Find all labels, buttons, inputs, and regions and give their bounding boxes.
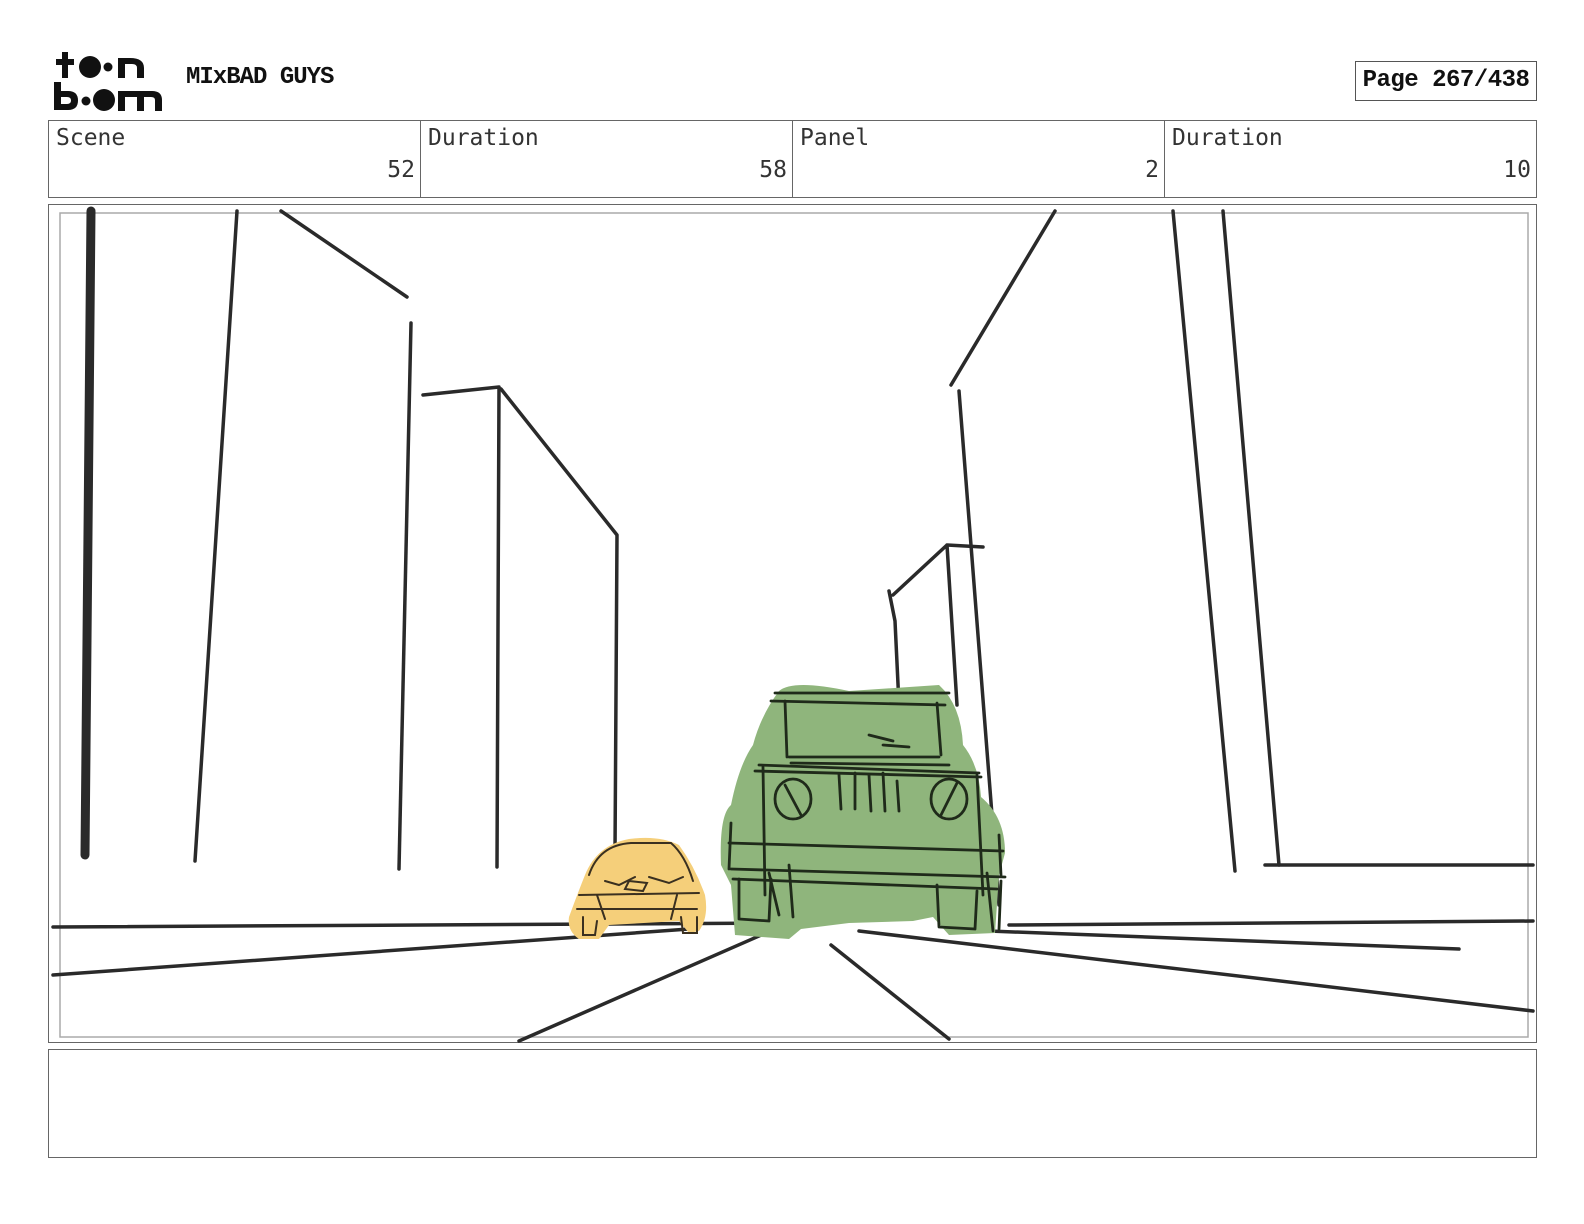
scene-cell: Scene 52 <box>49 121 421 197</box>
scene-label: Scene <box>56 125 126 151</box>
scene-duration-cell: Duration 58 <box>421 121 793 197</box>
scene-value: 52 <box>387 157 415 183</box>
left-building-edge <box>193 209 239 863</box>
scene-info-row: Scene 52 Duration 58 Panel 2 Duration 10 <box>48 120 1537 198</box>
project-title: MIxBAD GUYS <box>186 64 334 91</box>
second-building-edge <box>421 385 501 869</box>
far-building <box>887 543 985 707</box>
right-building-roof <box>949 209 1057 387</box>
panel-label: Panel <box>800 125 870 151</box>
jeep-vehicle <box>720 685 1007 939</box>
road-line-center-right <box>829 943 951 1041</box>
panel-duration-cell: Duration 10 <box>1165 121 1536 197</box>
page-number: Page 267/438 <box>1355 61 1537 101</box>
left-building-corner <box>397 321 413 871</box>
far-right-building-a <box>1171 209 1237 873</box>
far-right-building-b <box>1221 209 1281 867</box>
road-line-right <box>857 929 1535 1013</box>
panel-cell: Panel 2 <box>793 121 1165 197</box>
road-line-center-left <box>517 927 777 1043</box>
toonboom-logo <box>52 50 164 112</box>
road-line-far-right <box>987 929 1461 951</box>
scene-duration-label: Duration <box>428 125 539 151</box>
panel-sketch <box>51 206 1535 1043</box>
panel-duration-label: Duration <box>1172 125 1283 151</box>
storyboard-panel <box>48 204 1537 1043</box>
horizon-right <box>1007 919 1535 927</box>
left-building-roof <box>279 209 409 299</box>
scene-duration-value: 58 <box>759 157 787 183</box>
left-pole-line <box>80 206 96 860</box>
panel-duration-value: 10 <box>1503 157 1531 183</box>
panel-notes-box <box>48 1049 1537 1158</box>
horizon-left <box>51 921 791 929</box>
second-building-side <box>499 387 619 855</box>
panel-value: 2 <box>1145 157 1159 183</box>
